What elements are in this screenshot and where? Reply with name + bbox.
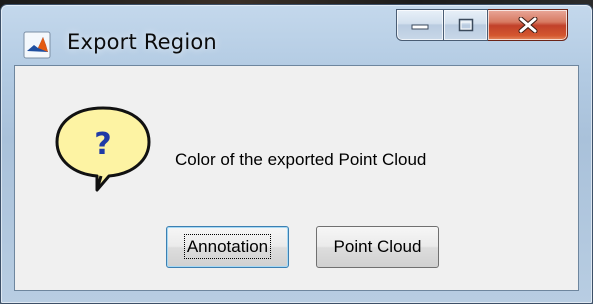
caption-buttons [396, 9, 568, 41]
minimize-icon [411, 24, 429, 30]
export-region-dialog: Export Region ? Color of the exported Po… [0, 4, 593, 304]
annotation-button[interactable]: Annotation [166, 226, 289, 268]
svg-text:?: ? [94, 127, 111, 162]
matlab-logo-icon[interactable] [23, 31, 51, 59]
dialog-body: ? Color of the exported Point Cloud Anno… [14, 65, 579, 291]
window-title: Export Region [67, 30, 217, 54]
minimize-button[interactable] [396, 9, 444, 41]
close-icon [518, 17, 537, 33]
point-cloud-button[interactable]: Point Cloud [316, 226, 439, 268]
annotation-button-label: Annotation [183, 234, 272, 259]
maximize-button[interactable] [444, 9, 488, 41]
point-cloud-button-label: Point Cloud [333, 237, 422, 256]
dialog-message: Color of the exported Point Cloud [175, 150, 427, 169]
question-icon: ? [51, 102, 155, 194]
title-bar[interactable]: Export Region [1, 5, 592, 65]
maximize-icon [458, 18, 473, 32]
close-button[interactable] [488, 9, 568, 41]
